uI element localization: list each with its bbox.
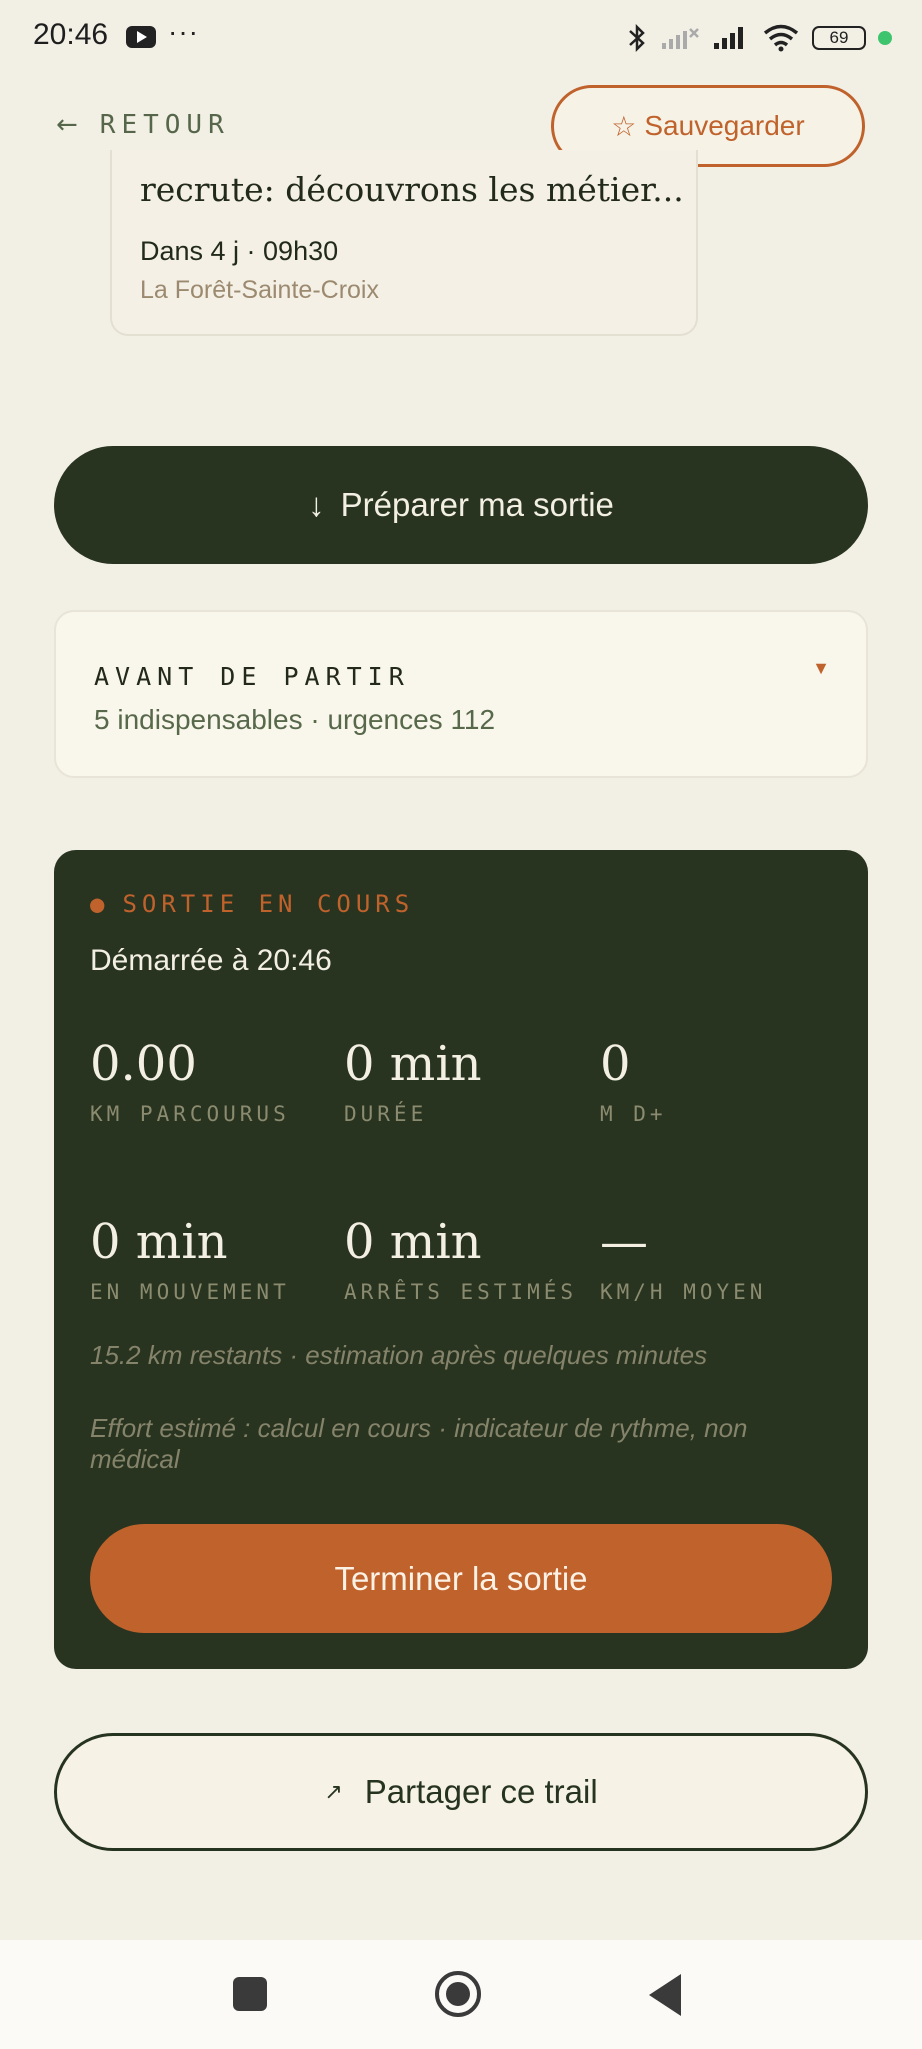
share-trail-button[interactable]: ↗ Partager ce trail bbox=[54, 1733, 868, 1851]
back-button[interactable]: ← RETOUR bbox=[56, 110, 230, 140]
no-signal-icon bbox=[662, 28, 699, 49]
live-dot-icon: ● bbox=[90, 890, 105, 918]
signal-icon bbox=[714, 27, 743, 49]
share-label: Partager ce trail bbox=[364, 1773, 598, 1810]
stat-duration: 0 min DURÉE bbox=[344, 1040, 584, 1126]
current-outing-label: ● SORTIE EN COURS bbox=[90, 890, 414, 918]
stat-distance: 0.00 KM PARCOURUS bbox=[90, 1040, 330, 1126]
start-time: Démarrée à 20:46 bbox=[90, 944, 332, 977]
stat-moving-time: 0 min EN MOUVEMENT bbox=[90, 1218, 330, 1304]
save-label: Sauvegarder bbox=[644, 110, 805, 141]
download-arrow-icon: ↓ bbox=[308, 486, 325, 523]
end-outing-button[interactable]: Terminer la sortie bbox=[90, 1524, 832, 1633]
effort-note: Effort estimé : calcul en cours · indica… bbox=[90, 1413, 748, 1474]
stat-label: EN MOUVEMENT bbox=[90, 1280, 290, 1304]
star-icon: ☆ bbox=[611, 110, 637, 142]
status-bar: 20:46 ··· 69 bbox=[0, 0, 922, 76]
event-card[interactable]: recrute: découvrons les métier... Dans 4… bbox=[110, 150, 698, 336]
stat-value: 0 min bbox=[344, 1214, 482, 1270]
before-leaving-title: AVANT DE PARTIR bbox=[94, 662, 410, 691]
before-leaving-panel[interactable]: AVANT DE PARTIR 5 indispensables · urgen… bbox=[54, 610, 868, 778]
back-triangle-icon[interactable] bbox=[649, 1974, 681, 2016]
stat-value: 0 min bbox=[344, 1036, 482, 1092]
prepare-outing-button[interactable]: ↓ Préparer ma sortie bbox=[54, 446, 868, 564]
stat-label: KM/H MOYEN bbox=[600, 1280, 767, 1304]
stat-label: ARRÊTS ESTIMÉS bbox=[344, 1280, 578, 1304]
status-icons: 69 bbox=[626, 18, 892, 58]
back-arrow-icon: ← bbox=[56, 110, 78, 140]
stat-value: 0.00 bbox=[90, 1036, 197, 1092]
share-arrow-icon: ↗ bbox=[324, 1779, 343, 1804]
stat-value: — bbox=[600, 1214, 648, 1270]
stat-average-speed: — KM/H MOYEN bbox=[600, 1218, 840, 1304]
event-title: recrute: découvrons les métier... bbox=[140, 170, 684, 209]
battery-icon: 69 bbox=[812, 26, 866, 50]
system-navigation-bar bbox=[0, 1940, 922, 2049]
stat-value: 0 bbox=[600, 1036, 631, 1092]
stat-elevation: 0 M D+ bbox=[600, 1040, 840, 1126]
more-notifications-icon: ··· bbox=[168, 16, 199, 47]
stat-label: M D+ bbox=[600, 1102, 667, 1126]
event-datetime: Dans 4 j · 09h30 bbox=[140, 236, 339, 266]
stat-estimated-stops: 0 min ARRÊTS ESTIMÉS bbox=[344, 1218, 584, 1304]
youtube-icon bbox=[126, 26, 156, 48]
privacy-indicator-icon bbox=[878, 31, 892, 45]
home-icon[interactable] bbox=[435, 1971, 481, 2017]
wifi-icon bbox=[763, 24, 799, 52]
back-label: RETOUR bbox=[99, 110, 230, 140]
chevron-down-icon[interactable]: ▼ bbox=[812, 658, 830, 679]
stat-label: KM PARCOURUS bbox=[90, 1102, 290, 1126]
recents-icon[interactable] bbox=[233, 1977, 267, 2011]
stat-label: DURÉE bbox=[344, 1102, 428, 1126]
current-outing-title: SORTIE EN COURS bbox=[122, 890, 415, 918]
remaining-distance-note: 15.2 km restants · estimation après quel… bbox=[90, 1340, 708, 1370]
before-leaving-summary: 5 indispensables · urgences 112 bbox=[94, 704, 496, 735]
bluetooth-icon bbox=[629, 23, 645, 53]
event-location: La Forêt-Sainte-Croix bbox=[140, 276, 379, 304]
stat-value: 0 min bbox=[90, 1214, 228, 1270]
prepare-label: Préparer ma sortie bbox=[340, 486, 614, 523]
status-time: 20:46 bbox=[33, 18, 109, 51]
current-outing-panel: ● SORTIE EN COURS Démarrée à 20:46 0.00 K… bbox=[54, 850, 868, 1669]
